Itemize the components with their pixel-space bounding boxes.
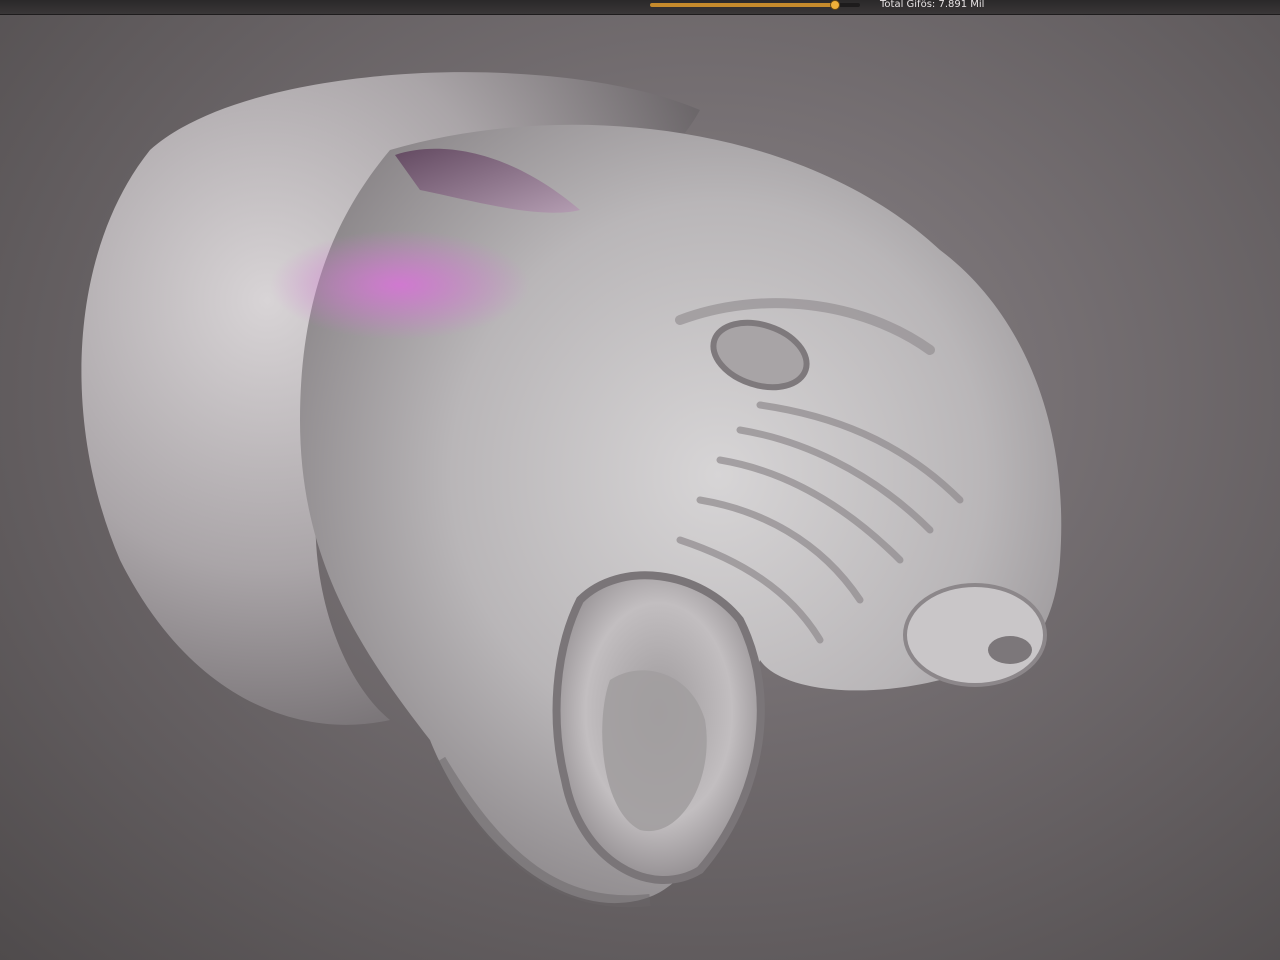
nose xyxy=(903,583,1047,687)
3d-viewport[interactable] xyxy=(0,15,1280,960)
sculpting-app: Total Gifös: 7.891 Mil xyxy=(0,0,1280,960)
brush-highlight xyxy=(270,230,530,340)
nostril xyxy=(988,636,1032,664)
sculpt-canvas xyxy=(81,72,1062,908)
